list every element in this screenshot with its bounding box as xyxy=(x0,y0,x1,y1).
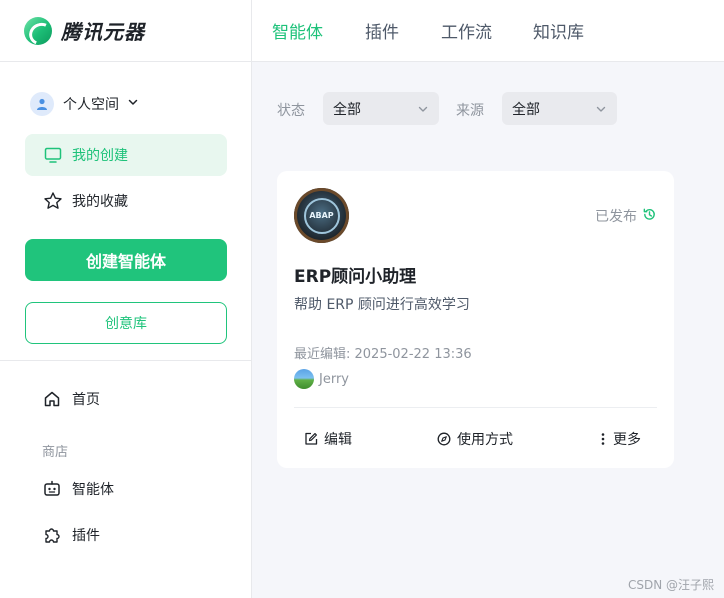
sidebar-item-label: 插件 xyxy=(72,528,100,544)
sidebar-item-plugins[interactable]: 插件 xyxy=(42,525,100,545)
status-filter-label: 状态 xyxy=(277,103,305,119)
usage-button[interactable]: 使用方式 xyxy=(437,429,513,449)
create-agent-button[interactable]: 创建智能体 xyxy=(25,239,227,281)
brand-name[interactable]: 腾讯元器 xyxy=(61,16,145,45)
agent-description: 帮助 ERP 顾问进行高效学习 xyxy=(294,297,470,313)
source-filter-value: 全部 xyxy=(512,101,540,118)
tab-workflow[interactable]: 工作流 xyxy=(441,18,492,43)
last-edited-time: 最近编辑: 2025-02-22 13:36 xyxy=(294,347,472,362)
avatar-ring: ABAP xyxy=(303,197,340,234)
monitor-icon xyxy=(43,145,63,165)
sidebar-item-label: 智能体 xyxy=(72,482,114,498)
sidebar-divider xyxy=(0,360,251,361)
watermark: CSDN @汪子熙 xyxy=(627,578,714,592)
status-badge: 已发布 xyxy=(595,206,657,226)
avatar xyxy=(294,369,314,389)
history-icon[interactable] xyxy=(642,207,657,226)
tab-plugins[interactable]: 插件 xyxy=(365,18,399,43)
sidebar-item-label: 我的创建 xyxy=(72,148,128,164)
sidebar-item-home[interactable]: 首页 xyxy=(42,389,100,409)
source-filter-select[interactable]: 全部 xyxy=(502,92,617,125)
chevron-down-icon xyxy=(127,96,139,112)
author-name: Jerry xyxy=(319,371,349,387)
store-section-label: 商店 xyxy=(42,445,69,460)
star-icon xyxy=(43,191,63,211)
brand-logo-icon[interactable] xyxy=(24,16,52,45)
chevron-down-icon xyxy=(417,103,429,119)
robot-icon xyxy=(42,479,62,499)
sidebar-item-my-creations[interactable]: 我的创建 xyxy=(25,134,227,176)
sidebar-item-label: 我的收藏 xyxy=(72,194,128,210)
sidebar: 腾讯元器 个人空间 我的创建 我的收藏 创建智能体 创意库 首页 商店 智能体 … xyxy=(0,0,252,598)
agent-card[interactable]: ABAP 已发布 ERP顾问小助理 帮助 ERP 顾问进行高效学习 最近编辑: … xyxy=(277,171,674,468)
brand-header: 腾讯元器 xyxy=(0,0,251,62)
idea-library-button[interactable]: 创意库 xyxy=(25,302,227,344)
author: Jerry xyxy=(294,369,349,389)
more-vertical-icon xyxy=(599,432,607,446)
agent-avatar: ABAP xyxy=(294,188,349,243)
status-text: 已发布 xyxy=(595,209,637,225)
card-divider xyxy=(294,407,657,408)
usage-label: 使用方式 xyxy=(457,432,513,448)
sidebar-item-agents[interactable]: 智能体 xyxy=(42,479,114,499)
top-tab-bar: 智能体 插件 工作流 知识库 xyxy=(252,0,724,62)
status-filter-value: 全部 xyxy=(333,101,361,118)
tab-knowledge-base[interactable]: 知识库 xyxy=(533,18,584,43)
more-label: 更多 xyxy=(613,432,641,448)
avatar-text: ABAP xyxy=(309,211,334,220)
edit-label: 编辑 xyxy=(324,432,352,448)
more-button[interactable]: 更多 xyxy=(599,429,641,449)
agent-title[interactable]: ERP顾问小助理 xyxy=(294,262,416,287)
space-switcher[interactable]: 个人空间 xyxy=(30,92,139,116)
puzzle-icon xyxy=(42,525,62,545)
space-label: 个人空间 xyxy=(63,97,119,113)
sidebar-item-my-favorites[interactable]: 我的收藏 xyxy=(25,180,227,222)
edit-icon xyxy=(304,432,318,446)
chevron-down-icon xyxy=(595,103,607,119)
user-avatar-icon xyxy=(30,92,54,116)
edit-button[interactable]: 编辑 xyxy=(304,429,352,449)
tab-agents[interactable]: 智能体 xyxy=(272,18,323,43)
source-filter-label: 来源 xyxy=(456,103,484,119)
status-filter-select[interactable]: 全部 xyxy=(323,92,439,125)
home-icon xyxy=(42,389,62,409)
sidebar-item-label: 首页 xyxy=(72,392,100,408)
compass-icon xyxy=(437,432,451,446)
